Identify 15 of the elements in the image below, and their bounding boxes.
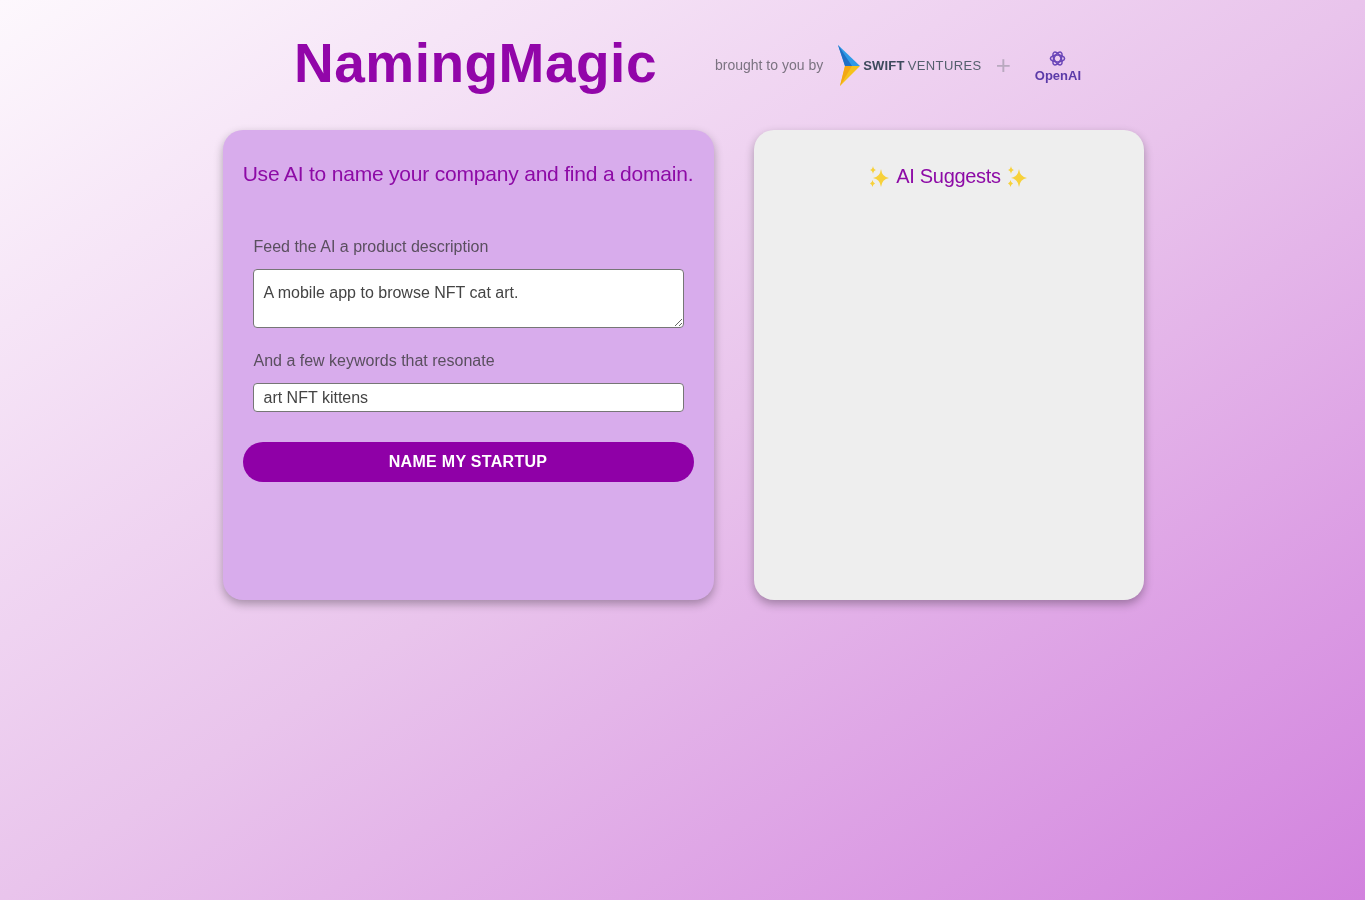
sparkle-icon [1006,165,1028,187]
logo-text: SWIFT [863,56,905,75]
keywords-field[interactable]: art NFT kittens [252,383,684,412]
suggestions-title: AI Suggests [896,164,1001,189]
field-label: And a few keywords that resonate [253,351,496,371]
field-label: Feed the AI a product description [253,237,490,257]
name-startup-button[interactable]: NAME MY STARTUP [242,442,694,482]
arrow-logo-icon [838,44,861,86]
form-heading: Use AI to name your company and find a domain. [242,161,694,187]
logo-text: VENTURES [907,56,982,75]
logo-text: OpenAI [1034,69,1082,82]
plus-sign: + [995,52,1011,78]
tagline-text: brought to you by [715,55,824,75]
knot-logo-icon [1049,50,1067,67]
description-field[interactable]: A mobile app to browse NFT cat art. [252,269,684,328]
